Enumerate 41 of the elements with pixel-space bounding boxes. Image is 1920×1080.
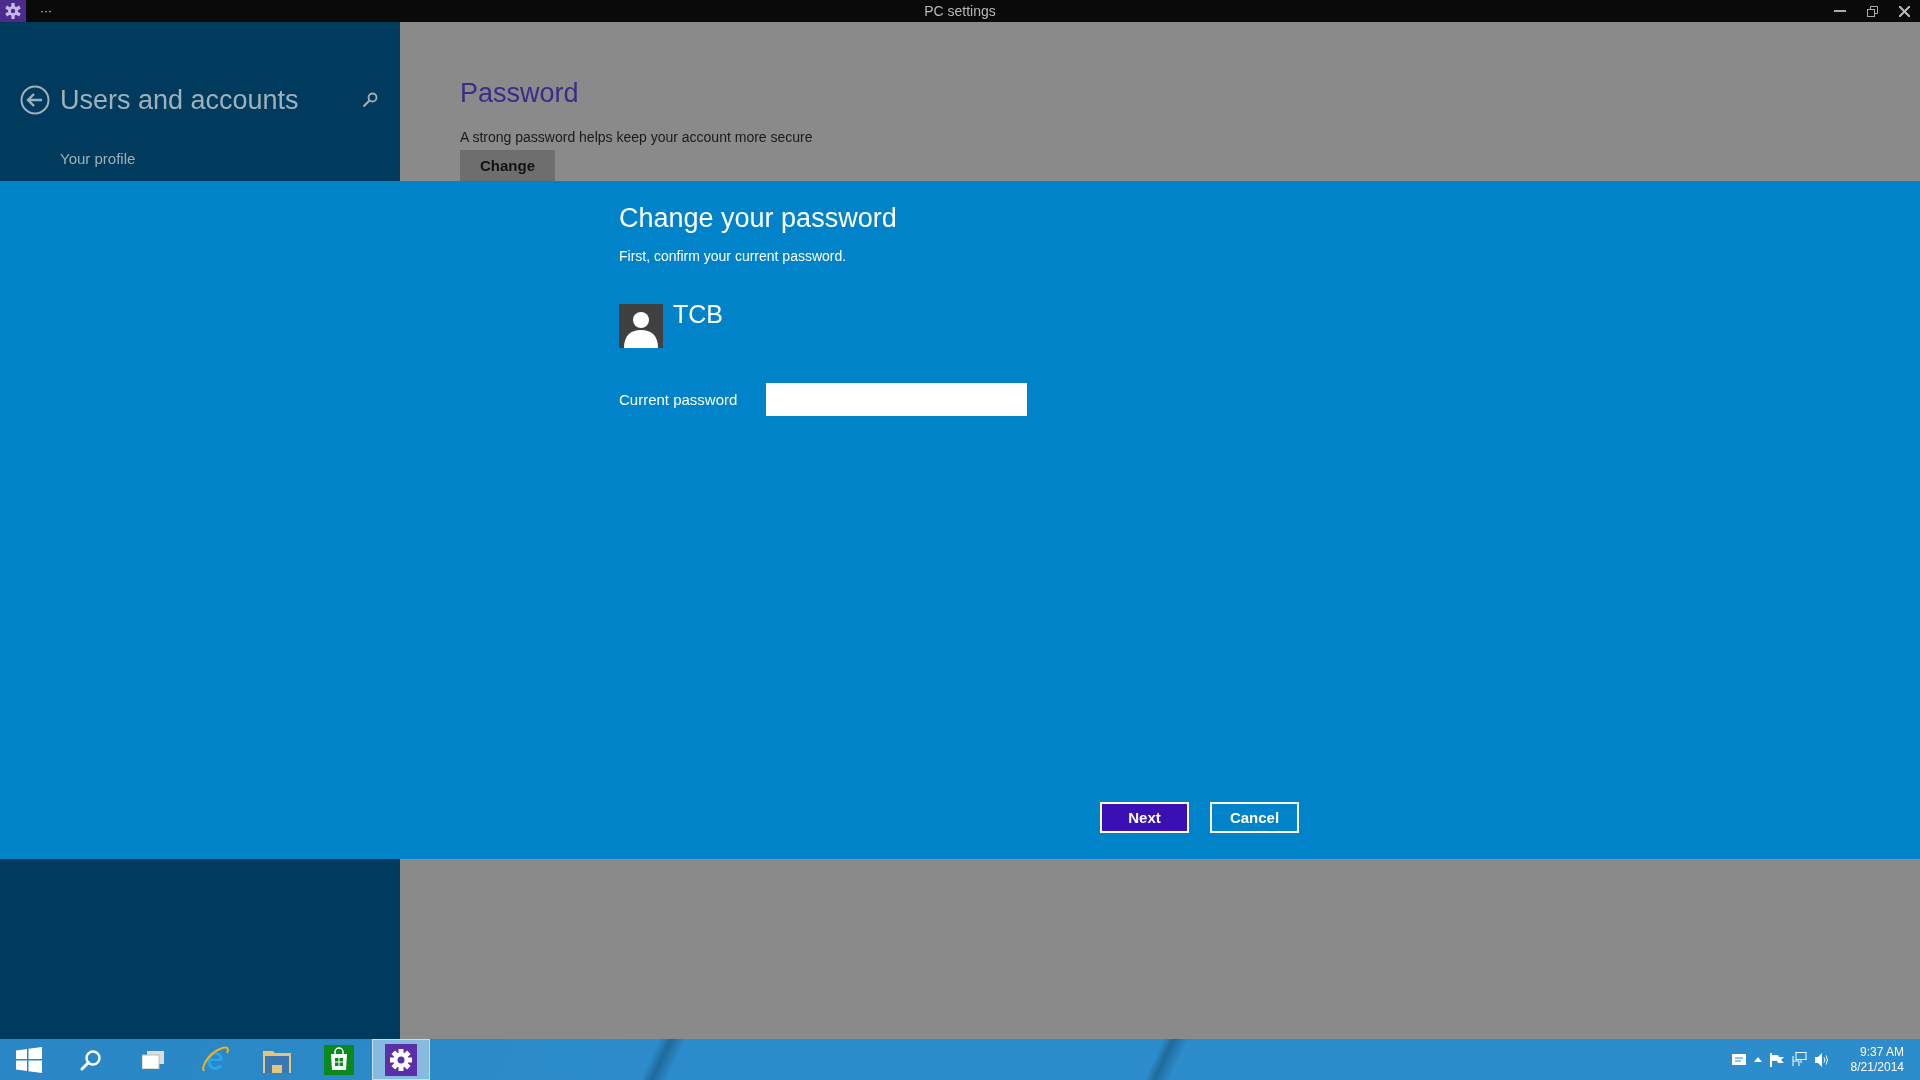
section-title: Password (460, 78, 579, 109)
tray-button[interactable] (1731, 1054, 1746, 1065)
gear-icon (5, 3, 21, 19)
chevron-up-icon (1753, 1057, 1762, 1062)
minimize-icon (1834, 10, 1846, 12)
network-icon (1791, 1052, 1807, 1067)
volume-icon (1814, 1052, 1831, 1067)
section-description: A strong password helps keep your account more secure (460, 129, 813, 145)
user-name: TCB (673, 300, 723, 329)
app-icon[interactable] (0, 0, 26, 22)
sidebar-item[interactable]: Your profile (60, 150, 400, 167)
app-menu-dots[interactable]: ··· (40, 6, 52, 16)
taskbar-button[interactable] (372, 1039, 430, 1080)
gear-icon (385, 1043, 417, 1076)
clock-date: 8/21/2014 (1850, 1059, 1904, 1075)
tray-button[interactable] (1753, 1057, 1762, 1062)
change-button[interactable]: Change (460, 150, 555, 181)
search-icon (80, 1048, 102, 1071)
restore-icon (1866, 5, 1878, 17)
flag-icon (1769, 1052, 1784, 1067)
user-avatar-icon (619, 304, 663, 348)
dialog-subtitle: First, confirm your current password. (619, 248, 848, 264)
message-icon (1731, 1054, 1746, 1065)
store-bag-icon (324, 1044, 354, 1075)
windows-logo-icon (16, 1046, 42, 1073)
clock-time: 9:37 AM (1859, 1044, 1904, 1060)
password-field[interactable] (766, 383, 1027, 416)
dialog-title: Change your password (619, 203, 898, 234)
back-icon[interactable] (20, 85, 50, 115)
window-title: PC settings (924, 3, 996, 19)
field-label: Current password (619, 391, 739, 408)
next-button[interactable]: Next (1100, 802, 1189, 833)
close-icon (1898, 5, 1910, 17)
task-view-icon (142, 1050, 164, 1069)
tray-button[interactable] (1814, 1052, 1831, 1067)
clock[interactable]: 9:37 AM 8/21/2014 (1850, 1044, 1904, 1075)
cancel-button[interactable]: Cancel (1210, 802, 1299, 833)
tray-button[interactable] (1791, 1052, 1807, 1067)
sidebar-title: Users and accounts (60, 84, 300, 116)
tray-button[interactable] (1769, 1052, 1784, 1067)
search-icon[interactable] (362, 92, 378, 108)
